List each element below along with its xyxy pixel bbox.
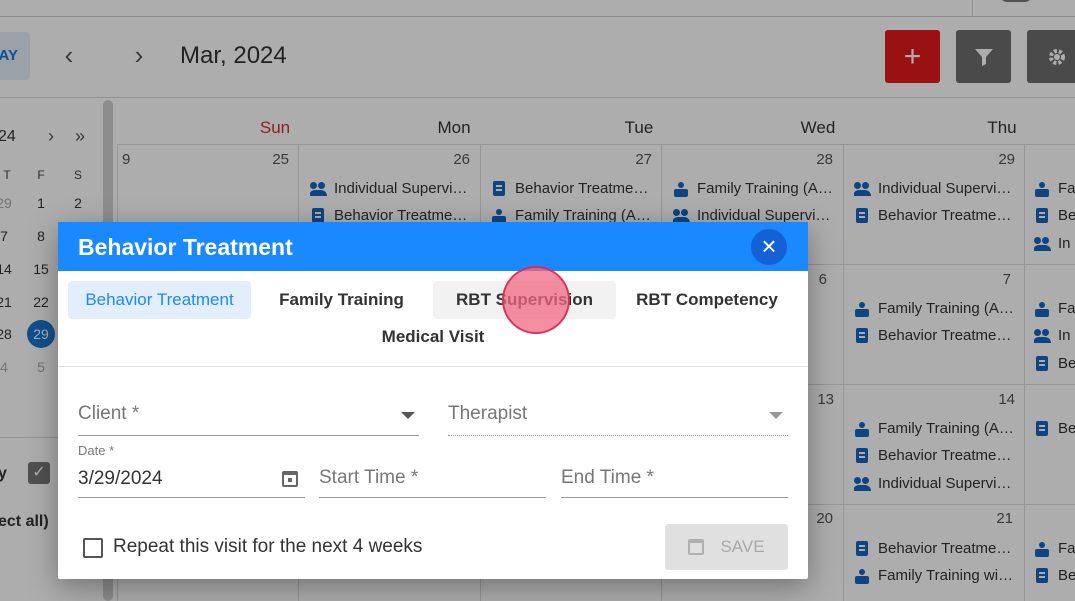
tab-behavior-treatment[interactable]: Behavior Treatment bbox=[68, 281, 251, 319]
chevron-down-icon[interactable] bbox=[769, 412, 783, 419]
chevron-down-icon[interactable] bbox=[401, 412, 415, 419]
repeat-label[interactable]: Repeat this visit for the next 4 weeks bbox=[113, 536, 422, 558]
dialog-header: Behavior Treatment × bbox=[58, 222, 808, 271]
save-button[interactable]: SAVE bbox=[665, 524, 788, 570]
end-time-field[interactable]: End Time * bbox=[561, 467, 654, 489]
date-field-label: Date * bbox=[78, 443, 115, 458]
therapist-select-label[interactable]: Therapist bbox=[448, 403, 527, 425]
visit-dialog: Behavior Treatment × Behavior Treatment … bbox=[58, 222, 808, 579]
end-time-underline bbox=[561, 497, 788, 498]
tabs-divider bbox=[58, 366, 808, 367]
client-select[interactable] bbox=[78, 435, 419, 436]
client-select-label[interactable]: Client * bbox=[78, 403, 139, 425]
tab-medical-visit[interactable]: Medical Visit bbox=[341, 318, 525, 356]
tab-family-training[interactable]: Family Training bbox=[251, 281, 432, 319]
click-indicator bbox=[502, 266, 570, 334]
calendar-icon bbox=[688, 539, 705, 555]
close-icon: × bbox=[761, 231, 777, 261]
start-time-underline bbox=[319, 497, 546, 498]
dialog-title: Behavior Treatment bbox=[78, 234, 293, 260]
date-field-underline bbox=[78, 497, 305, 498]
close-button[interactable]: × bbox=[751, 229, 787, 265]
calendar-icon[interactable] bbox=[282, 471, 298, 487]
tab-rbt-competency[interactable]: RBT Competency bbox=[616, 281, 798, 319]
repeat-checkbox[interactable] bbox=[83, 538, 103, 558]
date-field[interactable]: 3/29/2024 bbox=[78, 468, 163, 490]
therapist-select[interactable] bbox=[448, 435, 788, 436]
save-label: SAVE bbox=[720, 537, 765, 556]
start-time-field[interactable]: Start Time * bbox=[319, 467, 418, 489]
